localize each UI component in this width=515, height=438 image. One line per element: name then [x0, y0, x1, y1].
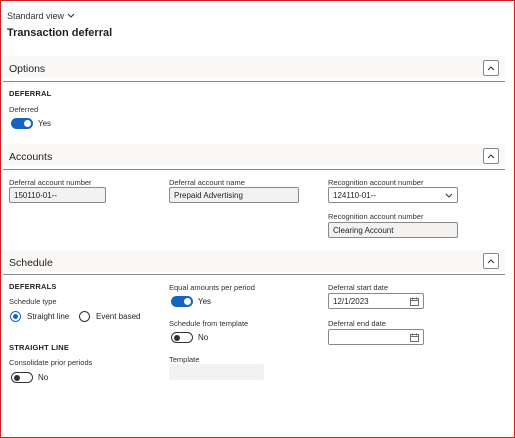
accounts-collapse-button[interactable]	[483, 148, 499, 164]
straight-line-group-title: STRAIGHT LINE	[9, 343, 70, 352]
accounts-section-title: Accounts	[9, 151, 53, 163]
schedule-from-template-label: Schedule from template	[169, 319, 249, 328]
deferred-label: Deferred	[9, 105, 39, 114]
deferral-account-name-field[interactable]: Prepaid Advertising	[169, 187, 299, 203]
deferral-start-date-label: Deferral start date	[328, 283, 389, 292]
schedule-from-template-value: No	[198, 333, 209, 342]
straight-line-label: Straight line	[27, 312, 70, 321]
schedule-from-template-toggle[interactable]	[171, 332, 193, 343]
deferral-start-date-value: 12/1/2023	[333, 297, 369, 306]
chevron-down-icon	[67, 11, 75, 21]
equal-amounts-value: Yes	[198, 297, 212, 306]
options-collapse-button[interactable]	[483, 60, 499, 76]
chevron-up-icon	[487, 66, 495, 71]
consolidate-prior-periods-label: Consolidate prior periods	[9, 358, 93, 367]
options-section-title: Options	[9, 63, 46, 75]
recognition-account-number-value: 124110-01--	[333, 191, 376, 200]
deferred-toggle[interactable]	[11, 118, 33, 129]
equal-amounts-toggle[interactable]	[171, 296, 193, 307]
recognition-account-name-field[interactable]: Clearing Account	[328, 222, 458, 238]
chevron-up-icon	[487, 154, 495, 159]
calendar-icon[interactable]	[410, 333, 419, 342]
schedule-section-title: Schedule	[9, 257, 53, 269]
schedule-divider	[3, 274, 505, 275]
schedule-section-header	[3, 250, 505, 272]
event-based-label: Event based	[96, 312, 141, 321]
deferrals-group-title: DEFERRALS	[9, 282, 57, 291]
event-based-radio[interactable]	[79, 311, 90, 322]
chevron-down-icon	[445, 193, 453, 198]
deferral-account-number-field[interactable]: 150110-01--	[9, 187, 106, 203]
options-divider	[3, 81, 505, 82]
recognition-account-number-label: Recognition account number	[328, 178, 424, 187]
template-field	[169, 364, 264, 380]
template-label: Template	[169, 355, 200, 364]
deferral-account-number-label: Deferral account number	[9, 178, 92, 187]
consolidate-prior-periods-value: No	[38, 373, 49, 382]
calendar-icon[interactable]	[410, 297, 419, 306]
schedule-collapse-button[interactable]	[483, 253, 499, 269]
view-label: Standard view	[7, 11, 65, 21]
deferral-group-title: DEFERRAL	[9, 89, 52, 98]
consolidate-prior-periods-toggle[interactable]	[11, 372, 33, 383]
recognition-account-number-select[interactable]: 124110-01--	[328, 187, 458, 203]
chevron-up-icon	[487, 259, 495, 264]
deferral-end-date-field[interactable]	[328, 329, 424, 345]
straight-line-radio[interactable]	[10, 311, 21, 322]
deferral-account-name-label: Deferral account name	[169, 178, 245, 187]
page-title: Transaction deferral	[7, 27, 113, 39]
accounts-section-header	[3, 144, 505, 166]
equal-amounts-label: Equal amounts per period	[169, 283, 255, 292]
deferral-start-date-field[interactable]: 12/1/2023	[328, 293, 424, 309]
deferred-value: Yes	[38, 119, 52, 128]
accounts-divider	[3, 169, 505, 170]
deferral-end-date-label: Deferral end date	[328, 319, 386, 328]
window-frame: Standard view Transaction deferral Optio…	[0, 0, 515, 438]
recognition-account-name-label: Recognition account number	[328, 212, 424, 221]
view-selector[interactable]: Standard view	[7, 11, 75, 21]
options-section-header	[3, 56, 505, 78]
schedule-type-label: Schedule type	[9, 297, 57, 306]
